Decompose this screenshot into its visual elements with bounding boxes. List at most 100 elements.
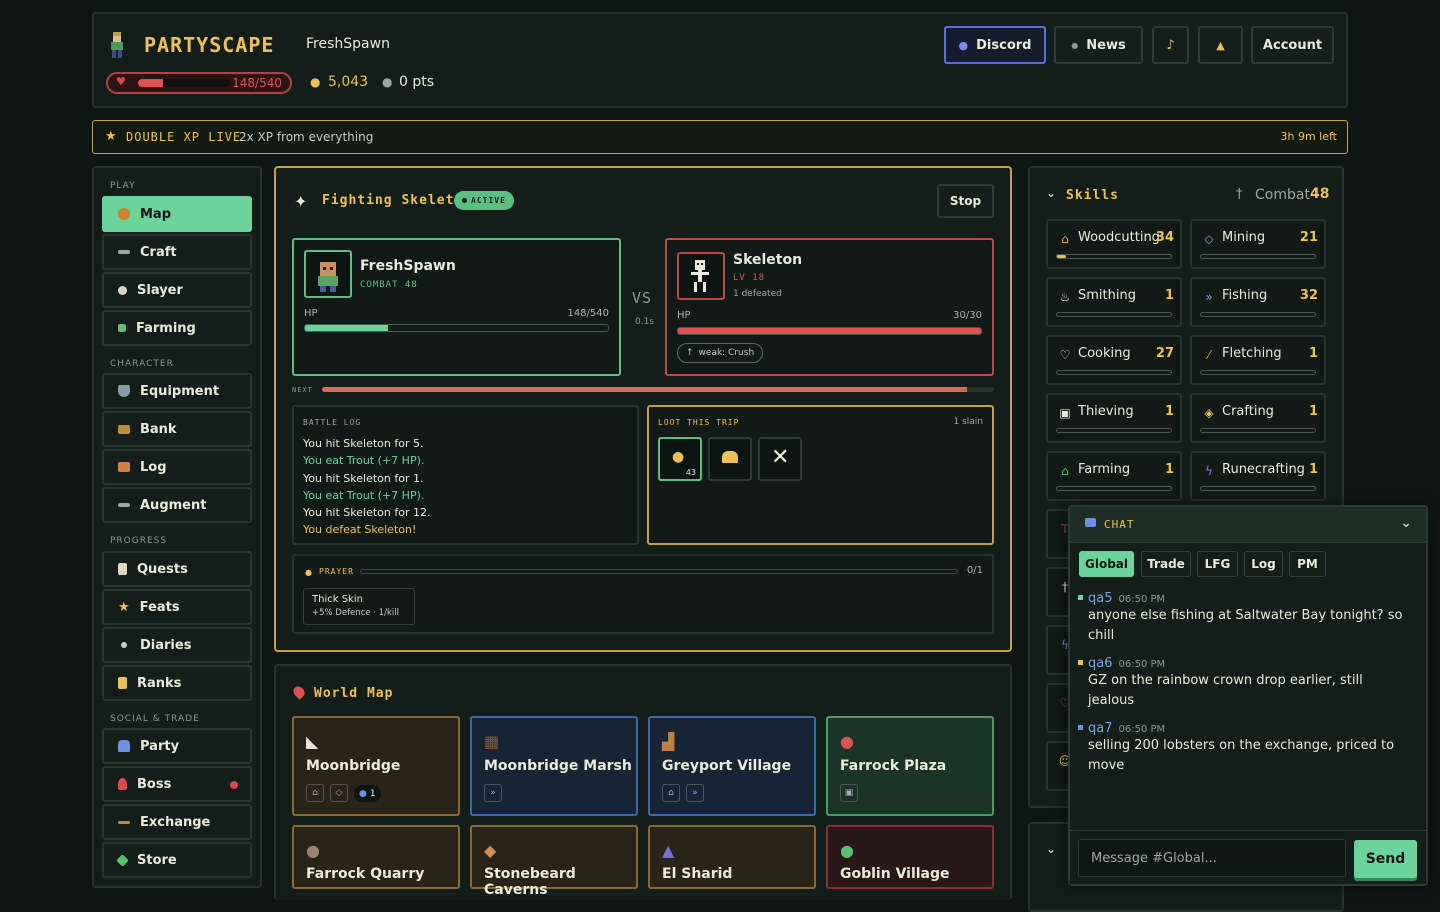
nav-group-social: SOCIAL & TRADE <box>110 714 200 724</box>
game-logo[interactable]: PARTYSCAPE <box>144 33 274 57</box>
sidebar-item-augment[interactable]: Augment <box>102 487 252 523</box>
skill-runecrafting[interactable]: ϟ Runecrafting 1 <box>1190 451 1326 501</box>
skill-fletching[interactable]: ⁄ Fletching 1 <box>1190 335 1326 385</box>
skill-cooking[interactable]: ♡ Cooking 27 <box>1046 335 1182 385</box>
chat-header[interactable]: CHAT ⌄ <box>1070 507 1426 543</box>
music-toggle-button[interactable]: ♪ <box>1152 26 1189 64</box>
prayer-option-thick-skin[interactable]: Thick Skin +5% Defence · 1/kill <box>303 588 415 625</box>
sprout-icon <box>118 324 126 332</box>
chat-bubble-icon <box>1085 518 1096 527</box>
player-name: FreshSpawn <box>360 258 456 274</box>
party-count-badge: ● 1 <box>354 785 381 802</box>
prayer-progress-bar <box>360 569 958 574</box>
rune-icon: ϟ <box>1205 464 1213 478</box>
skills-title: Skills <box>1066 188 1119 203</box>
chat-tab-global[interactable]: Global <box>1079 551 1134 577</box>
news-button[interactable]: ● News <box>1054 26 1143 64</box>
chat-input[interactable] <box>1078 839 1346 877</box>
chat-username[interactable]: qa5 <box>1088 591 1113 606</box>
sidebar-item-boss[interactable]: Boss <box>102 766 252 802</box>
skill-woodcutting[interactable]: ⌂ Woodcutting 34 <box>1046 219 1182 269</box>
chat-tab-pm[interactable]: PM <box>1289 551 1326 577</box>
skill-thieving[interactable]: ▣ Thieving 1 <box>1046 393 1182 443</box>
chevron-down-icon[interactable]: ⌄ <box>1046 186 1056 200</box>
sidebar-item-equipment[interactable]: Equipment <box>102 373 252 409</box>
sidebar-item-slayer[interactable]: Slayer <box>102 272 252 308</box>
village-icon: ▟ <box>662 732 675 751</box>
lock-icon: ▣ <box>1059 406 1071 420</box>
sidebar-item-exchange[interactable]: Exchange <box>102 804 252 840</box>
stop-fight-button[interactable]: Stop <box>937 184 994 218</box>
location-moonbridge[interactable]: ◣ Moonbridge ⌂ ◇ ● 1 <box>292 716 460 816</box>
skill-progress-bar <box>1056 312 1172 317</box>
skill-mining[interactable]: ◇ Mining 21 <box>1190 219 1326 269</box>
location-el-sharid[interactable]: ▲ El Sharid <box>648 825 816 889</box>
heart-icon: ♥ <box>116 75 126 88</box>
gem-icon: ◈ <box>1204 406 1214 420</box>
player-hp-text: 148/540 <box>567 308 609 319</box>
helmet-icon <box>722 451 738 463</box>
loot-slot-helmet[interactable] <box>708 437 752 481</box>
battle-log-line: You eat Trout (+7 HP). <box>303 454 425 468</box>
location-greyport-village[interactable]: ▟ Greyport Village ⌂ » <box>648 716 816 816</box>
chat-text: selling 200 lobsters on the exchange, pr… <box>1088 738 1395 773</box>
account-button[interactable]: Account <box>1251 26 1334 64</box>
sidebar-item-log[interactable]: Log <box>102 449 252 485</box>
enemy-hp-text: 30/30 <box>953 310 982 321</box>
discord-button[interactable]: ● Discord <box>944 26 1046 64</box>
header-hp-pill: ♥ 148/540 <box>106 72 292 94</box>
skill-farming[interactable]: ⌂ Farming 1 <box>1046 451 1182 501</box>
location-farrock-plaza[interactable]: ● Farrock Plaza ▣ <box>826 716 994 816</box>
battle-log-title: BATTLE LOG <box>303 418 362 427</box>
dot-icon <box>121 642 127 648</box>
woodcutting-tag-icon: ⌂ <box>306 784 324 802</box>
chevron-down-icon[interactable]: ⌄ <box>1400 515 1412 531</box>
chat-message: qa5 06:50 PM anyone else fishing at Saltw… <box>1078 587 1408 646</box>
demon-icon <box>118 778 127 790</box>
battle-log-line: You hit Skeleton for 12. <box>303 506 431 520</box>
enemy-defeated-count: 1 defeated <box>733 289 782 299</box>
nav-group-play: PLAY <box>110 181 136 191</box>
skill-progress-bar <box>1200 486 1316 491</box>
location-goblin-village[interactable]: ● Goblin Village <box>826 825 994 889</box>
chat-tab-lfg[interactable]: LFG <box>1197 551 1238 577</box>
sidebar-item-quests[interactable]: Quests <box>102 551 252 587</box>
next-attack-bar <box>322 387 994 392</box>
sidebar-item-feats[interactable]: ★ Feats <box>102 589 252 625</box>
sidebar-item-party[interactable]: Party <box>102 728 252 764</box>
battle-log-panel: BATTLE LOG You hit Skeleton for 5. You ea… <box>292 405 639 545</box>
sidebar-item-ranks[interactable]: Ranks <box>102 665 252 701</box>
skill-fishing[interactable]: » Fishing 32 <box>1190 277 1326 327</box>
heart-outline-icon: ♡ <box>1059 348 1071 362</box>
skull-icon <box>118 285 127 295</box>
chat-username[interactable]: qa6 <box>1088 656 1113 671</box>
chat-tab-trade[interactable]: Trade <box>1141 551 1191 577</box>
sidebar-item-bank[interactable]: Bank <box>102 411 252 447</box>
skill-crafting[interactable]: ◈ Crafting 1 <box>1190 393 1326 443</box>
chat-send-button[interactable]: Send <box>1354 840 1417 878</box>
loot-panel: LOOT THIS TRIP 1 slain ● 43 ✕ <box>647 405 994 545</box>
combat-level: 48 <box>1310 186 1330 202</box>
location-moonbridge-marsh[interactable]: ▦ Moonbridge Marsh » <box>470 716 638 816</box>
sidebar-item-map[interactable]: Map <box>102 196 252 232</box>
location-farrock-quarry[interactable]: ● Farrock Quarry <box>292 825 460 889</box>
skill-progress-bar <box>1200 312 1316 317</box>
sidebar-item-farming[interactable]: Farming <box>102 310 252 346</box>
skill-smithing[interactable]: ♨ Smithing 1 <box>1046 277 1182 327</box>
notifications-button[interactable]: ▲ <box>1198 26 1243 64</box>
loot-slot-coins[interactable]: ● 43 <box>658 437 702 481</box>
player-hp-fill <box>305 325 389 331</box>
people-icon: ● <box>359 788 367 799</box>
battle-log-line: You eat Trout (+7 HP). <box>303 488 425 502</box>
sidebar-item-craft[interactable]: Craft <box>102 234 252 270</box>
loot-slot-weapon[interactable]: ✕ <box>758 437 802 481</box>
sidebar-item-diaries[interactable]: Diaries <box>102 627 252 663</box>
location-stonebeard-caverns[interactable]: ◆ Stonebeard Caverns <box>470 825 638 898</box>
chevron-down-icon[interactable]: ⌄ <box>1046 842 1056 856</box>
battle-log-line: You defeat Skeleton! <box>303 523 417 537</box>
book-icon <box>118 462 130 472</box>
user-dot-icon <box>1078 660 1083 665</box>
chat-username[interactable]: qa7 <box>1088 721 1113 736</box>
chat-tab-log[interactable]: Log <box>1244 551 1283 577</box>
sidebar-item-store[interactable]: Store <box>102 842 252 878</box>
